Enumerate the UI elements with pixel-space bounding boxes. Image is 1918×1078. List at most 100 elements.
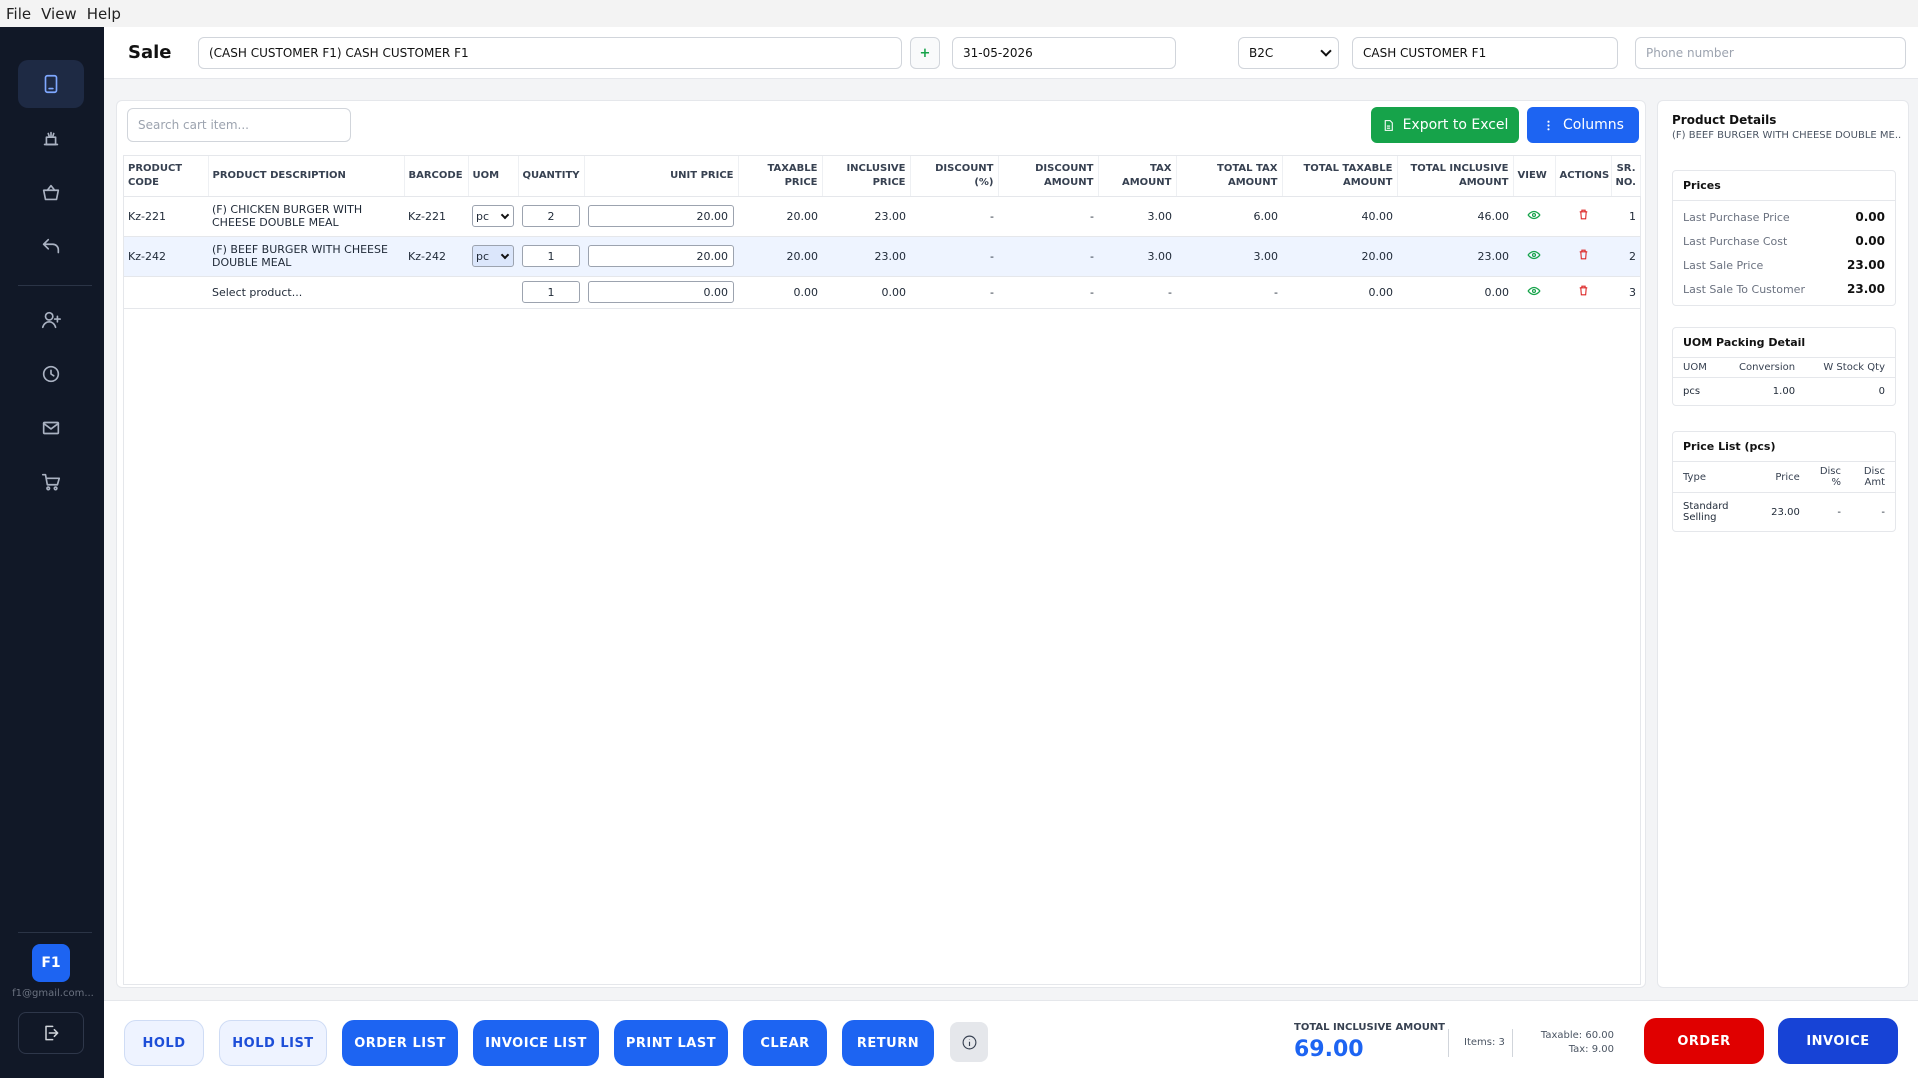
unit-price-input[interactable]: 20.00 (588, 205, 734, 227)
view-button[interactable] (1513, 236, 1555, 277)
uom-title: UOM Packing Detail (1673, 328, 1895, 358)
unit-price-input[interactable]: 0.00 (588, 281, 734, 303)
cell-taxable-price: 0.00 (738, 276, 822, 309)
logout-button[interactable] (18, 1012, 84, 1054)
cell-barcode (404, 276, 468, 309)
cell-discount-pct[interactable]: - (910, 236, 998, 277)
quantity-input[interactable]: 1 (522, 281, 580, 303)
return-button[interactable]: RETURN (842, 1020, 934, 1066)
hold-list-button[interactable]: HOLD LIST (219, 1020, 327, 1066)
clear-button[interactable]: CLEAR (743, 1020, 827, 1066)
pl-col-type: Type (1673, 462, 1743, 493)
sidebar-item-sale[interactable] (18, 60, 84, 108)
product-select[interactable]: Select product... (208, 276, 404, 309)
quantity-input[interactable]: 1 (522, 245, 580, 267)
customer-select[interactable]: (CASH CUSTOMER F1) CASH CUSTOMER F1 (198, 37, 902, 69)
price-label: Last Purchase Price (1683, 210, 1790, 224)
date-field[interactable]: 31-05-2026 (952, 37, 1176, 69)
print-last-button[interactable]: PRINT LAST (614, 1020, 728, 1066)
cell-description[interactable]: (F) BEEF BURGER WITH CHEESE DOUBLE MEAL (208, 236, 404, 277)
cell-discount-amount[interactable]: - (998, 276, 1098, 309)
col-product-code[interactable]: PRODUCT CODE (124, 156, 209, 197)
phone-input[interactable]: Phone number (1635, 37, 1906, 69)
eye-icon (1527, 250, 1541, 259)
price-label: Last Sale To Customer (1683, 282, 1805, 296)
col-total-inclusive[interactable]: TOTAL INCLUSIVE AMOUNT (1397, 156, 1514, 197)
col-taxable-price[interactable]: TAXABLE PRICE (738, 156, 823, 197)
price-list-row: Standard Selling 23.00 - - (1673, 493, 1895, 532)
cell-code: Kz-242 (124, 236, 208, 277)
cell-discount-pct[interactable]: - (910, 196, 998, 237)
logout-icon (45, 1025, 59, 1041)
unit-price-input[interactable]: 20.00 (588, 245, 734, 267)
col-unit-price[interactable]: UNIT PRICE (584, 156, 739, 197)
col-inclusive-price[interactable]: INCLUSIVE PRICE (822, 156, 911, 197)
invoice-button[interactable]: INVOICE (1778, 1018, 1898, 1064)
export-excel-button[interactable]: Export to Excel (1371, 107, 1519, 143)
cell-barcode: Kz-242 (404, 236, 468, 277)
user-email: f1@gmail.com... (12, 988, 94, 999)
customer-name-field[interactable]: CASH CUSTOMER F1 (1352, 37, 1618, 69)
cell-quantity: 1 (518, 276, 584, 309)
pl-col-disc-amt: Disc Amt (1851, 462, 1895, 493)
view-button[interactable] (1513, 196, 1555, 237)
uom-select[interactable]: pc (472, 245, 514, 267)
menu-help[interactable]: Help (87, 5, 121, 23)
col-total-taxable[interactable]: TOTAL TAXABLE AMOUNT (1282, 156, 1398, 197)
col-uom[interactable]: UOM (468, 156, 519, 197)
delete-button[interactable] (1555, 196, 1611, 237)
uom-table: UOM Conversion W Stock Qty pcs 1.00 0 (1673, 358, 1895, 405)
prices-title: Prices (1673, 171, 1895, 201)
avatar[interactable]: F1 (32, 944, 70, 982)
col-sr-no: SR. NO. (1611, 156, 1641, 197)
cell-discount-amount[interactable]: - (998, 236, 1098, 277)
table-row[interactable]: Kz-221 (F) CHICKEN BURGER WITH CHEESE DO… (124, 196, 1640, 237)
order-list-button[interactable]: ORDER LIST (342, 1020, 458, 1066)
col-tax-amount[interactable]: TAX AMOUNT (1098, 156, 1177, 197)
uom-select[interactable]: pc (472, 205, 514, 227)
uom-cell: 0 (1878, 386, 1885, 397)
col-quantity[interactable]: QUANTITY (518, 156, 585, 197)
cell-description[interactable]: (F) CHICKEN BURGER WITH CHEESE DOUBLE ME… (208, 196, 404, 237)
type-select[interactable]: B2C (1238, 37, 1339, 69)
menu-view[interactable]: View (41, 5, 77, 23)
cell-discount-pct[interactable]: - (910, 276, 998, 309)
col-discount-amount[interactable]: DISCOUNT AMOUNT (998, 156, 1099, 197)
order-button[interactable]: ORDER (1644, 1018, 1764, 1064)
invoice-list-button[interactable]: INVOICE LIST (473, 1020, 599, 1066)
col-discount-pct[interactable]: DISCOUNT (%) (910, 156, 999, 197)
sidebar-item-purchase[interactable] (18, 169, 84, 217)
hold-button[interactable]: HOLD (124, 1020, 204, 1066)
sidebar-item-history[interactable] (18, 350, 84, 398)
add-customer-button[interactable]: + (910, 37, 940, 69)
table-row[interactable]: Select product... 1 0.00 0.00 0.00 - - -… (124, 276, 1640, 309)
trash-icon (1579, 249, 1587, 260)
sidebar-item-messages[interactable] (18, 404, 84, 452)
columns-button[interactable]: Columns (1527, 107, 1639, 143)
delete-button[interactable] (1555, 236, 1611, 277)
view-button[interactable] (1513, 276, 1555, 309)
col-product-description[interactable]: PRODUCT DESCRIPTION (208, 156, 405, 197)
menu-bar: File View Help (0, 0, 1918, 27)
sidebar-item-cart[interactable] (18, 458, 84, 506)
cart-search-input[interactable]: Search cart item... (127, 108, 351, 142)
cell-discount-amount[interactable]: - (998, 196, 1098, 237)
sidebar-divider (18, 285, 92, 286)
sidebar (0, 27, 104, 1078)
quantity-input[interactable]: 2 (522, 205, 580, 227)
total-value: 69.00 (1294, 1037, 1364, 1062)
col-total-tax[interactable]: TOTAL TAX AMOUNT (1176, 156, 1283, 197)
col-barcode[interactable]: BARCODE (404, 156, 469, 197)
type-select-value: B2C (1249, 46, 1274, 60)
sidebar-item-return[interactable] (18, 223, 84, 271)
table-row[interactable]: Kz-242 (F) BEEF BURGER WITH CHEESE DOUBL… (124, 236, 1640, 277)
sidebar-item-kitchen[interactable] (18, 115, 84, 163)
taxable-amount: Taxable: 60.00 (1540, 1030, 1614, 1041)
menu-file[interactable]: File (6, 5, 31, 23)
delete-button[interactable] (1555, 276, 1611, 309)
price-row: Last Purchase Price 0.00 (1673, 205, 1895, 229)
info-button[interactable] (950, 1022, 988, 1062)
tax-summary: Taxable: 60.00 Tax: 9.00 (1520, 1029, 1614, 1057)
cell-total-inclusive: 0.00 (1397, 276, 1513, 309)
sidebar-item-add-customer[interactable] (18, 296, 84, 344)
